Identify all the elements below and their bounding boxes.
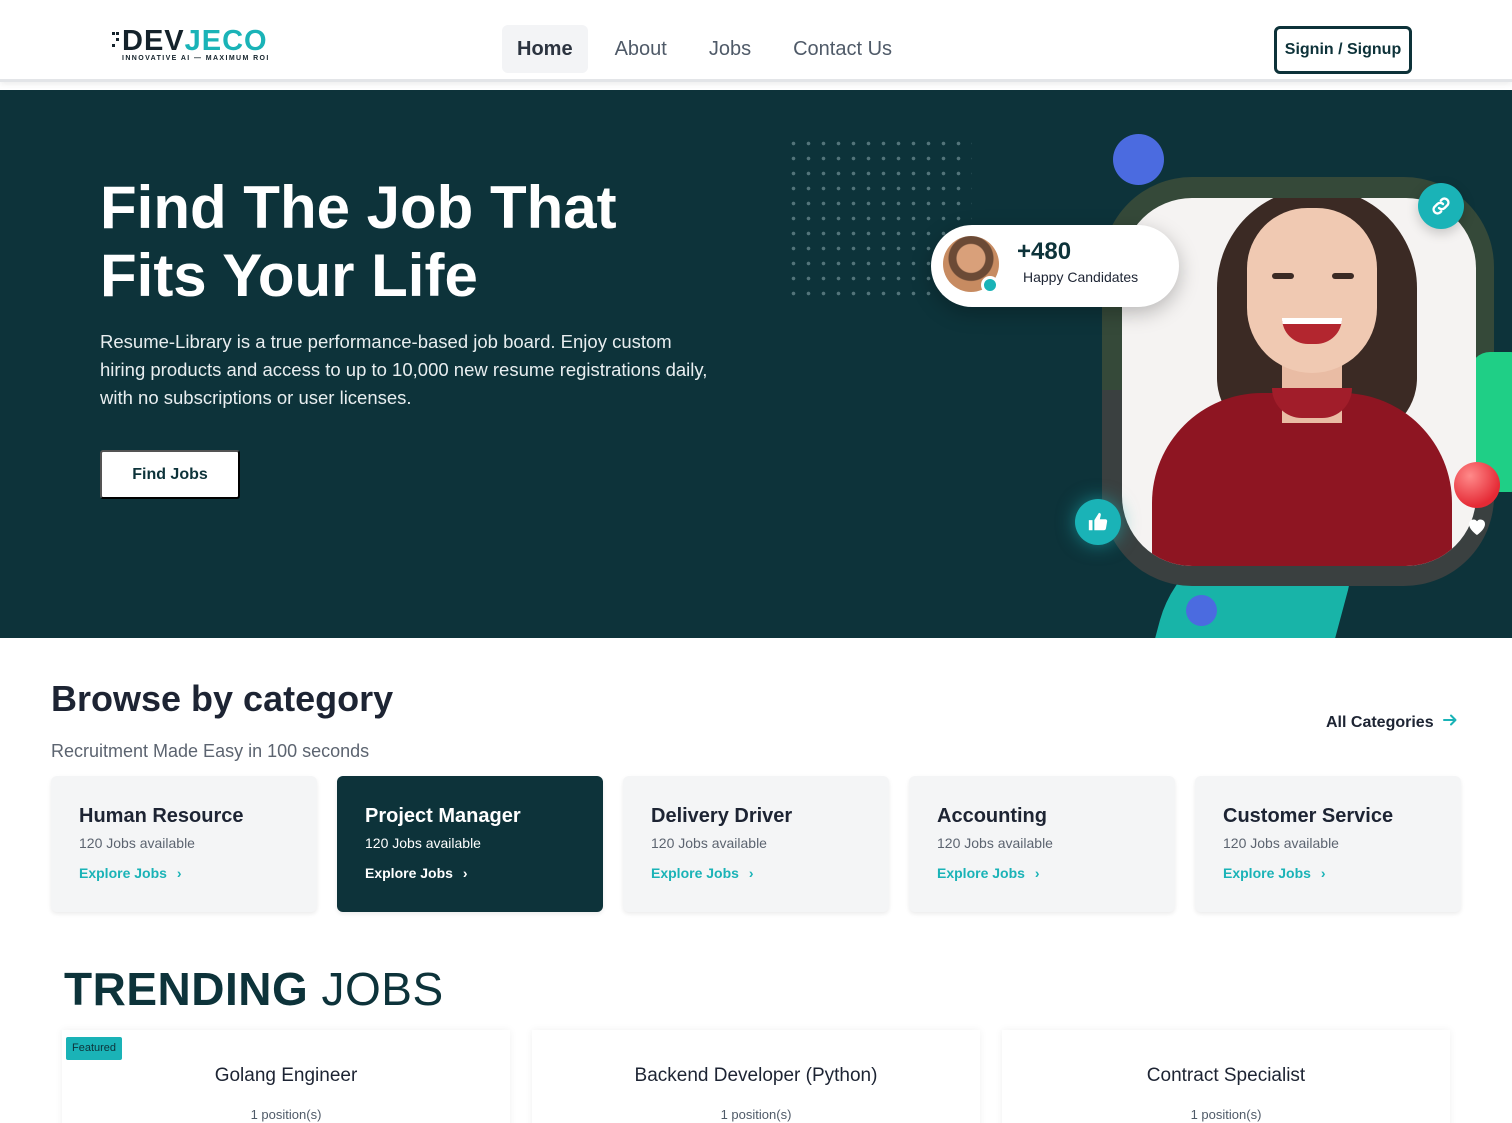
heart-icon: [1465, 514, 1489, 538]
link-icon: [1418, 183, 1464, 229]
hero-section: Find The Job That Fits Your Life Resume-…: [0, 90, 1512, 638]
hero-title-line1: Find The Job That: [100, 174, 617, 241]
category-list: Human Resource 120 Jobs available Explor…: [51, 776, 1481, 912]
explore-jobs-link[interactable]: Explore Jobs ›: [937, 865, 1040, 881]
happy-candidates-card: +480 Happy Candidates: [931, 225, 1179, 307]
category-name: Customer Service: [1223, 805, 1394, 827]
candidates-count: +480: [1017, 238, 1072, 265]
category-count: 120 Jobs available: [651, 835, 767, 851]
all-categories-label: All Categories: [1326, 713, 1434, 731]
explore-jobs-link[interactable]: Explore Jobs ›: [1223, 865, 1326, 881]
hero-title-line2: Fits Your Life: [100, 242, 478, 309]
browse-title: Browse by category: [51, 678, 394, 719]
chevron-right-icon: ›: [1034, 865, 1040, 881]
hero-description: Resume-Library is a true performance-bas…: [100, 331, 708, 408]
thumbs-up-icon: [1075, 499, 1121, 545]
job-title: Contract Specialist: [1146, 1065, 1306, 1086]
category-card-human-resource[interactable]: Human Resource 120 Jobs available Explor…: [51, 776, 317, 912]
category-card-customer-service[interactable]: Customer Service 120 Jobs available Expl…: [1195, 776, 1461, 912]
category-card-delivery-driver[interactable]: Delivery Driver 120 Jobs available Explo…: [623, 776, 889, 912]
category-count: 120 Jobs available: [937, 835, 1053, 851]
find-jobs-button[interactable]: Find Jobs: [100, 450, 240, 499]
logo-wordmark: DEVJECO: [122, 25, 268, 57]
candidates-label: Happy Candidates: [1023, 269, 1139, 285]
explore-jobs-link[interactable]: Explore Jobs ›: [651, 865, 754, 881]
explore-jobs-link[interactable]: Explore Jobs ›: [79, 865, 182, 881]
chevron-right-icon: ›: [748, 865, 754, 881]
category-name: Project Manager: [365, 805, 521, 827]
job-card-golang-engineer[interactable]: Featured Golang Engineer 1 position(s): [62, 1030, 510, 1123]
category-count: 120 Jobs available: [79, 835, 195, 851]
job-positions: 1 position(s): [720, 1107, 792, 1122]
job-card-contract-specialist[interactable]: Contract Specialist 1 position(s): [1002, 1030, 1450, 1123]
online-status-dot: [981, 276, 999, 294]
explore-jobs-link[interactable]: Explore Jobs ›: [365, 865, 468, 881]
trending-title-light: JOBS: [321, 963, 444, 1015]
job-title: Backend Developer (Python): [634, 1065, 878, 1086]
featured-badge: Featured: [66, 1037, 123, 1060]
nav-link-jobs[interactable]: Jobs: [694, 25, 766, 73]
blue-dot-decoration: [1186, 595, 1217, 626]
trending-job-list: Featured Golang Engineer 1 position(s) B…: [62, 1030, 1472, 1123]
category-count: 120 Jobs available: [1223, 835, 1339, 851]
blue-circle-decoration: [1113, 134, 1164, 185]
job-card-backend-developer[interactable]: Backend Developer (Python) 1 position(s): [532, 1030, 980, 1123]
logo-dots: [112, 30, 122, 50]
nav-link-about[interactable]: About: [600, 25, 682, 73]
category-name: Delivery Driver: [651, 805, 793, 827]
hero-title: Find The Job That Fits Your Life: [100, 174, 740, 310]
logo-tagline: INNOVATIVE AI — MAXIMUM ROI: [122, 55, 270, 62]
job-positions: 1 position(s): [1190, 1107, 1262, 1122]
chevron-right-icon: ›: [176, 865, 182, 881]
trending-jobs-title: TRENDING JOBS: [64, 962, 444, 1016]
job-title: Golang Engineer: [214, 1065, 358, 1086]
browse-subtitle: Recruitment Made Easy in 100 seconds: [51, 741, 370, 761]
category-count: 120 Jobs available: [365, 835, 481, 851]
top-navbar: DEVJECO INNOVATIVE AI — MAXIMUM ROI Home…: [0, 0, 1512, 82]
arrow-right-icon: [1442, 712, 1458, 733]
main-nav: Home About Jobs Contact Us: [502, 25, 919, 73]
nav-link-contact[interactable]: Contact Us: [778, 25, 907, 73]
category-name: Human Resource: [79, 805, 244, 827]
nav-link-home[interactable]: Home: [502, 25, 588, 73]
category-name: Accounting: [937, 805, 1047, 827]
red-ball-decoration: [1454, 462, 1500, 508]
job-positions: 1 position(s): [250, 1107, 322, 1122]
trending-title-bold: TRENDING: [64, 963, 309, 1015]
category-card-project-manager[interactable]: Project Manager 120 Jobs available Explo…: [337, 776, 603, 912]
signin-signup-button[interactable]: Signin / Signup: [1274, 26, 1412, 74]
category-card-accounting[interactable]: Accounting 120 Jobs available Explore Jo…: [909, 776, 1175, 912]
chevron-right-icon: ›: [462, 865, 468, 881]
all-categories-link[interactable]: All Categories: [1326, 712, 1458, 733]
brand-logo[interactable]: DEVJECO INNOVATIVE AI — MAXIMUM ROI: [112, 26, 282, 66]
chevron-right-icon: ›: [1320, 865, 1326, 881]
